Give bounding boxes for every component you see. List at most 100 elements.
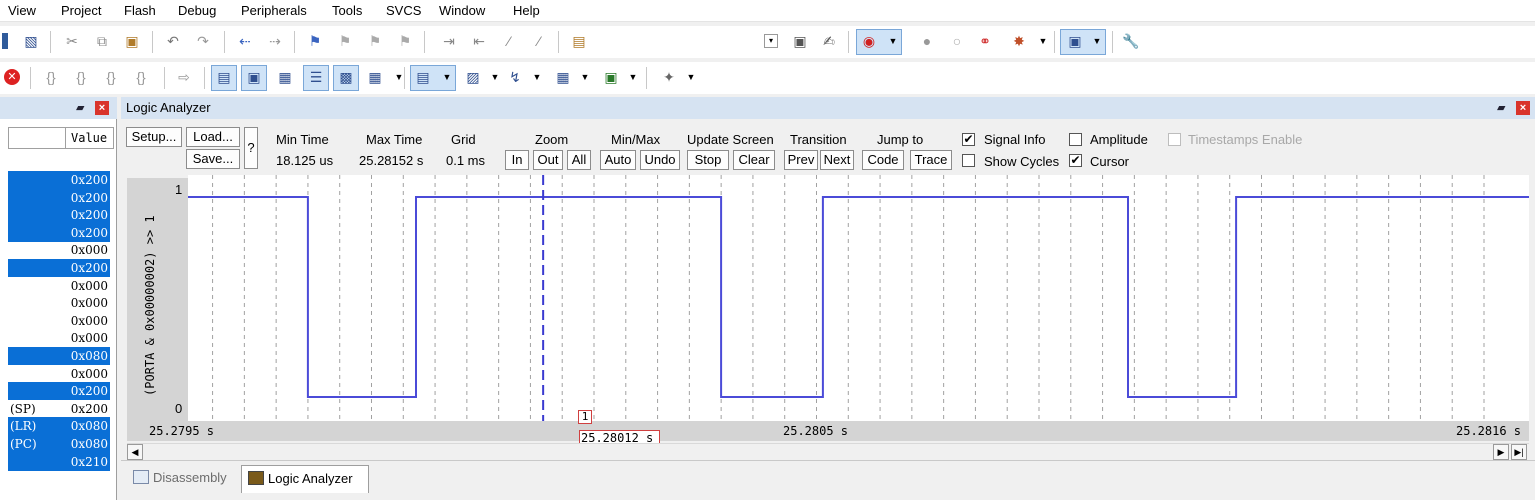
menu-peripherals[interactable]: Peripherals xyxy=(241,3,307,18)
cursor-marker[interactable]: 1 xyxy=(578,410,592,424)
clear-button[interactable]: Clear xyxy=(733,150,775,170)
scroll-right-icon[interactable]: ▶ xyxy=(1493,444,1509,460)
paste-icon[interactable]: ▣ xyxy=(123,32,141,50)
browse-icon[interactable]: ✍ xyxy=(820,32,838,50)
disable-breakpoints-icon[interactable]: ⚭ xyxy=(976,32,994,50)
show-next-statement-icon[interactable]: ⇨ xyxy=(175,68,193,86)
register-row[interactable]: (PC) 0x080 xyxy=(8,435,110,453)
register-row[interactable]: 0x000 xyxy=(8,329,110,347)
register-row[interactable]: 0x200 xyxy=(8,223,110,242)
save-all-icon[interactable]: ▧ xyxy=(22,32,40,50)
step-over-icon[interactable]: {} xyxy=(72,68,90,86)
horizontal-scrollbar[interactable]: ◀ ▶ ▶| xyxy=(127,443,1529,460)
register-row[interactable]: 0x000 xyxy=(8,277,110,295)
signal-name[interactable]: (PORTA & 0x00000002) >> 1 xyxy=(127,178,157,421)
value-column-header[interactable]: Value xyxy=(71,131,107,145)
register-row[interactable]: 0x200 xyxy=(8,382,110,401)
zoom-out-button[interactable]: Out xyxy=(533,150,563,170)
register-row[interactable]: 0x000 xyxy=(8,241,110,259)
register-row[interactable]: 0x080 xyxy=(8,347,110,365)
register-row[interactable]: 0x200 xyxy=(8,259,110,277)
find-in-files-icon[interactable]: ▤ xyxy=(570,32,588,50)
menu-window[interactable]: Window xyxy=(439,3,485,18)
chevron-down-icon[interactable]: ▼ xyxy=(682,68,700,86)
menu-svcs[interactable]: SVCS xyxy=(386,3,421,18)
close-icon[interactable]: × xyxy=(1516,101,1530,115)
menu-project[interactable]: Project xyxy=(61,3,101,18)
register-row[interactable]: 0x000 xyxy=(8,312,110,330)
scroll-end-icon[interactable]: ▶| xyxy=(1511,444,1527,460)
symbols-window-icon[interactable]: ▦ xyxy=(276,68,294,86)
stop-button[interactable]: Stop xyxy=(687,150,729,170)
close-icon[interactable]: × xyxy=(95,101,109,115)
bookmark-icon[interactable]: ⚑ xyxy=(306,32,324,50)
enable-breakpoint-icon[interactable]: ○ xyxy=(948,32,966,50)
chevron-down-icon[interactable]: ▼ xyxy=(576,68,594,86)
redo-icon[interactable]: ↷ xyxy=(194,32,212,50)
register-row[interactable]: 0x200 xyxy=(8,188,110,207)
load-button[interactable]: Load... xyxy=(186,127,240,147)
bookmark-next-icon[interactable]: ⚑ xyxy=(366,32,384,50)
unindent-icon[interactable]: ⇤ xyxy=(470,32,488,50)
trace-window-icon[interactable]: ▦ xyxy=(554,68,572,86)
dropdown-chevron-icon[interactable]: ▾ xyxy=(764,34,778,48)
tab-disassembly[interactable]: Disassembly xyxy=(129,465,237,493)
tab-logic-analyzer[interactable]: Logic Analyzer xyxy=(241,465,369,493)
register-row[interactable]: 0x200 xyxy=(8,171,110,189)
system-viewer-icon[interactable]: ▣ xyxy=(602,68,620,86)
trace-button[interactable]: Trace xyxy=(910,150,952,170)
step-out-icon[interactable]: {} xyxy=(102,68,120,86)
code-button[interactable]: Code xyxy=(862,150,904,170)
bookmark-prev-icon[interactable]: ⚑ xyxy=(336,32,354,50)
chevron-down-icon[interactable]: ▼ xyxy=(624,68,642,86)
analysis-window-icon[interactable]: ↯ xyxy=(506,68,524,86)
menu-view[interactable]: View xyxy=(8,3,36,18)
pin-icon[interactable]: ▰ xyxy=(1497,101,1505,114)
menu-help[interactable]: Help xyxy=(513,3,540,18)
pin-icon[interactable]: ▰ xyxy=(76,101,84,114)
help-button[interactable]: ? xyxy=(244,127,258,169)
register-row[interactable]: (SP) 0x200 xyxy=(8,400,110,418)
undo-icon[interactable]: ↶ xyxy=(164,32,182,50)
step-into-icon[interactable]: {} xyxy=(42,68,60,86)
register-row[interactable]: 0x200 xyxy=(8,206,110,225)
chevron-down-icon[interactable]: ▼ xyxy=(390,68,408,86)
navigate-forward-icon[interactable]: ⇢ xyxy=(266,32,284,50)
chevron-down-icon[interactable]: ▼ xyxy=(438,68,456,86)
toolbox-icon[interactable]: ✦ xyxy=(660,68,678,86)
copy-icon[interactable]: ⧉ xyxy=(93,32,111,50)
kill-breakpoints-icon[interactable]: ✸ xyxy=(1010,32,1028,50)
next-button[interactable]: Next xyxy=(820,150,854,170)
waveform-plot[interactable] xyxy=(188,175,1529,421)
signal-info-checkbox[interactable]: ✔ xyxy=(962,133,975,146)
column-divider[interactable] xyxy=(65,128,66,148)
insert-breakpoint-icon[interactable]: ● xyxy=(918,32,936,50)
register-row[interactable]: 0x210 xyxy=(8,452,110,471)
chevron-down-icon[interactable]: ▼ xyxy=(528,68,546,86)
chevron-down-icon[interactable]: ▼ xyxy=(486,68,504,86)
configure-icon[interactable]: 🔧 xyxy=(1122,32,1140,50)
bookmark-clear-icon[interactable]: ⚑ xyxy=(396,32,414,50)
save-button[interactable]: Save... xyxy=(186,149,240,169)
menu-flash[interactable]: Flash xyxy=(124,3,156,18)
chevron-down-icon[interactable]: ▼ xyxy=(884,32,902,50)
zoom-all-button[interactable]: All xyxy=(567,150,591,170)
serial-window-icon[interactable]: ▨ xyxy=(464,68,482,86)
auto-button[interactable]: Auto xyxy=(600,150,636,170)
navigate-back-icon[interactable]: ⇠ xyxy=(236,32,254,50)
watch-window-icon[interactable]: ▦ xyxy=(366,68,384,86)
show-cycles-checkbox[interactable] xyxy=(962,154,975,167)
register-row[interactable]: 0x000 xyxy=(8,365,110,383)
undo-button[interactable]: Undo xyxy=(640,150,680,170)
indent-icon[interactable]: ⇥ xyxy=(440,32,458,50)
zoom-in-button[interactable]: In xyxy=(505,150,529,170)
uncomment-icon[interactable]: ⁄ xyxy=(530,32,548,50)
scroll-left-icon[interactable]: ◀ xyxy=(127,444,143,460)
menu-debug[interactable]: Debug xyxy=(178,3,216,18)
cursor-checkbox[interactable]: ✔ xyxy=(1069,154,1082,167)
run-to-cursor-icon[interactable]: {} xyxy=(132,68,150,86)
menu-tools[interactable]: Tools xyxy=(332,3,362,18)
chevron-down-icon[interactable]: ▼ xyxy=(1088,32,1106,50)
comment-icon[interactable]: ⁄ xyxy=(500,32,518,50)
setup-button[interactable]: Setup... xyxy=(126,127,182,147)
